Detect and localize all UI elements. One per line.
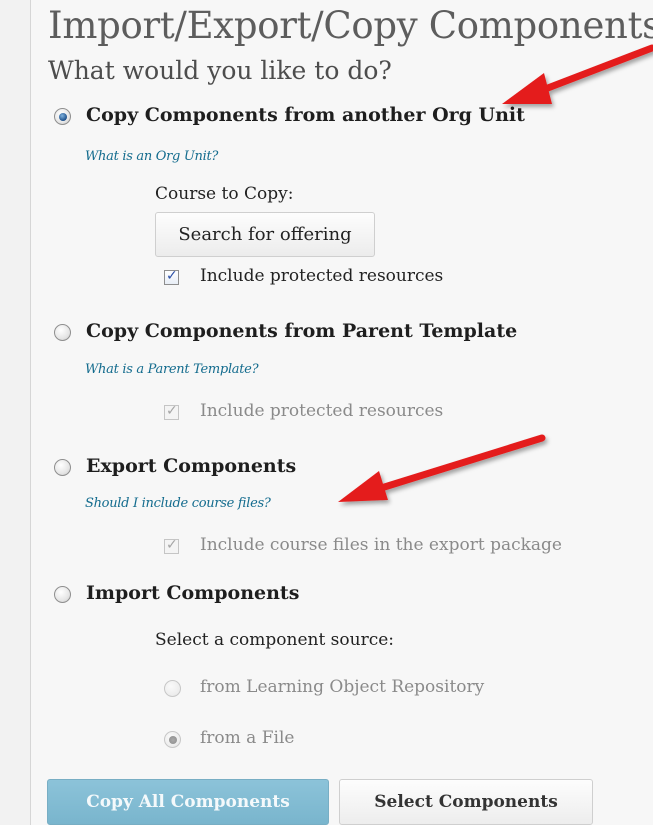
- include-course-files-checkbox[interactable]: [164, 537, 179, 554]
- copy-parent-label[interactable]: Copy Components from Parent Template: [86, 320, 517, 342]
- copy-org-radio[interactable]: [54, 108, 71, 125]
- import-label[interactable]: Import Components: [86, 582, 299, 604]
- search-offering-button[interactable]: Search for offering: [155, 212, 375, 257]
- page-subtitle: What would you like to do?: [48, 56, 392, 85]
- select-components-button[interactable]: Select Components: [339, 779, 593, 825]
- source-lor-label: from Learning Object Repository: [200, 677, 485, 697]
- include-course-files-label: Include course files in the export packa…: [200, 535, 562, 555]
- import-export-panel: Import/Export/Copy Components What would…: [30, 0, 653, 825]
- source-file-radio[interactable]: [164, 731, 181, 748]
- export-radio[interactable]: [54, 459, 71, 476]
- include-protected-label: Include protected resources: [200, 266, 444, 286]
- include-protected-checkbox[interactable]: [164, 268, 179, 285]
- component-source-label: Select a component source:: [155, 630, 395, 650]
- copy-parent-radio[interactable]: [54, 324, 71, 341]
- what-is-org-unit-link[interactable]: What is an Org Unit?: [85, 149, 218, 164]
- export-label[interactable]: Export Components: [86, 455, 296, 477]
- include-course-files-help-link[interactable]: Should I include course files?: [85, 496, 271, 511]
- include-protected-parent-label: Include protected resources: [200, 401, 444, 421]
- import-radio[interactable]: [54, 586, 71, 603]
- source-lor-radio[interactable]: [164, 680, 181, 697]
- what-is-parent-template-link[interactable]: What is a Parent Template?: [85, 362, 259, 377]
- copy-all-components-button[interactable]: Copy All Components: [47, 779, 329, 825]
- copy-org-label[interactable]: Copy Components from another Org Unit: [86, 104, 525, 126]
- include-protected-parent-checkbox[interactable]: [164, 403, 179, 420]
- course-to-copy-label: Course to Copy:: [155, 184, 294, 204]
- page-title: Import/Export/Copy Components: [48, 4, 653, 47]
- source-file-label: from a File: [200, 728, 295, 748]
